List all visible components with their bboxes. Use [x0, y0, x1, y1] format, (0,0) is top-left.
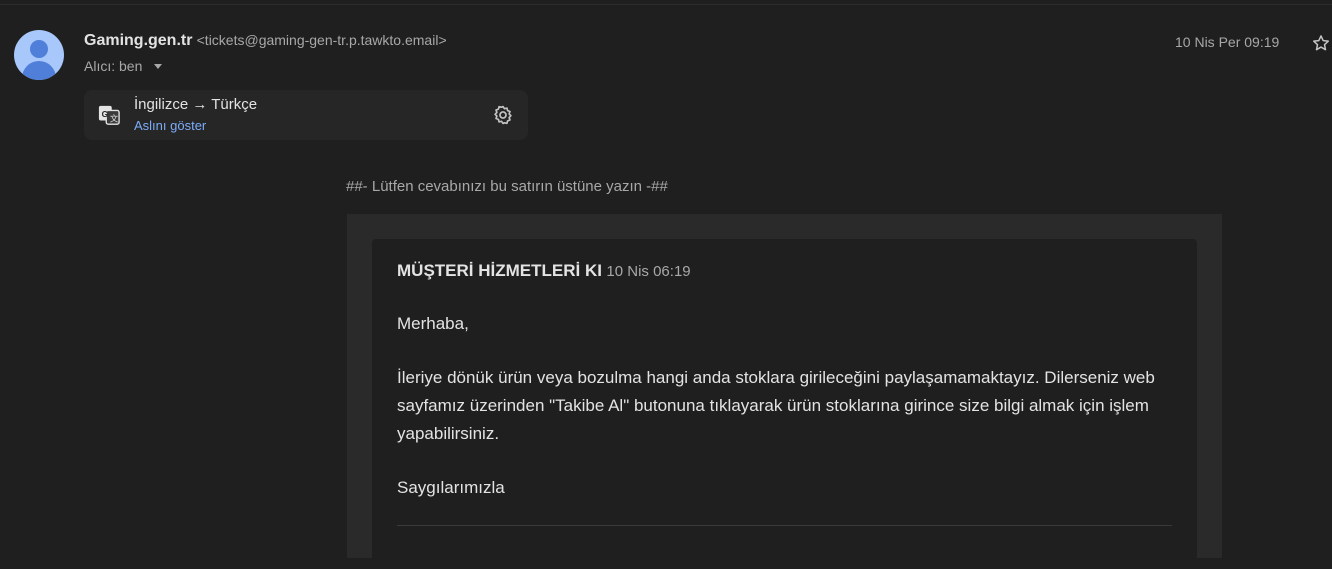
recipient-label: Alıcı: ben — [84, 58, 143, 74]
svg-text:文: 文 — [110, 113, 118, 123]
recipient-details[interactable]: Alıcı: ben — [84, 58, 163, 74]
reply-instruction: ##- Lütfen cevabınızı bu satırın üstüne … — [346, 178, 668, 195]
avatar-person-icon — [30, 40, 48, 58]
message-time: 10 Nis 06:19 — [606, 263, 691, 280]
message-card: MÜŞTERİ HİZMETLERİ KI 10 Nis 06:19 Merha… — [372, 239, 1197, 569]
sender-avatar[interactable] — [14, 30, 64, 80]
chevron-down-icon[interactable] — [154, 63, 163, 69]
message-container: MÜŞTERİ HİZMETLERİ KI 10 Nis 06:19 Merha… — [347, 214, 1222, 569]
message-author: MÜŞTERİ HİZMETLERİ KI — [397, 261, 602, 280]
svg-text:G: G — [102, 110, 108, 119]
top-divider — [0, 4, 1332, 5]
sender-line: Gaming.gen.tr <tickets@gaming-gen-tr.p.t… — [84, 32, 447, 50]
message-header: MÜŞTERİ HİZMETLERİ KI 10 Nis 06:19 — [397, 261, 691, 281]
message-paragraph: İleriye dönük ürün veya bozulma hangi an… — [397, 368, 1155, 443]
message-date[interactable]: 10 Nis Per 09:19 — [1175, 34, 1279, 50]
translate-icon: G 文 — [98, 105, 120, 125]
translation-bar: G 文 İngilizce → Türkçe Aslını göster — [84, 90, 528, 140]
gear-icon[interactable] — [492, 104, 514, 126]
message-greeting: Merhaba, — [397, 314, 469, 333]
show-original-link[interactable]: Aslını göster — [134, 118, 206, 133]
message-closing: Saygılarımızla — [397, 478, 505, 497]
message-divider — [397, 525, 1172, 526]
message-body: Merhaba, İleriye dönük ürün veya bozulma… — [397, 310, 1177, 528]
sender-name[interactable]: Gaming.gen.tr — [84, 32, 192, 49]
star-icon[interactable] — [1311, 33, 1331, 53]
translation-languages[interactable]: İngilizce → Türkçe — [134, 96, 257, 113]
sender-email: <tickets@gaming-gen-tr.p.tawkto.email> — [196, 32, 447, 48]
